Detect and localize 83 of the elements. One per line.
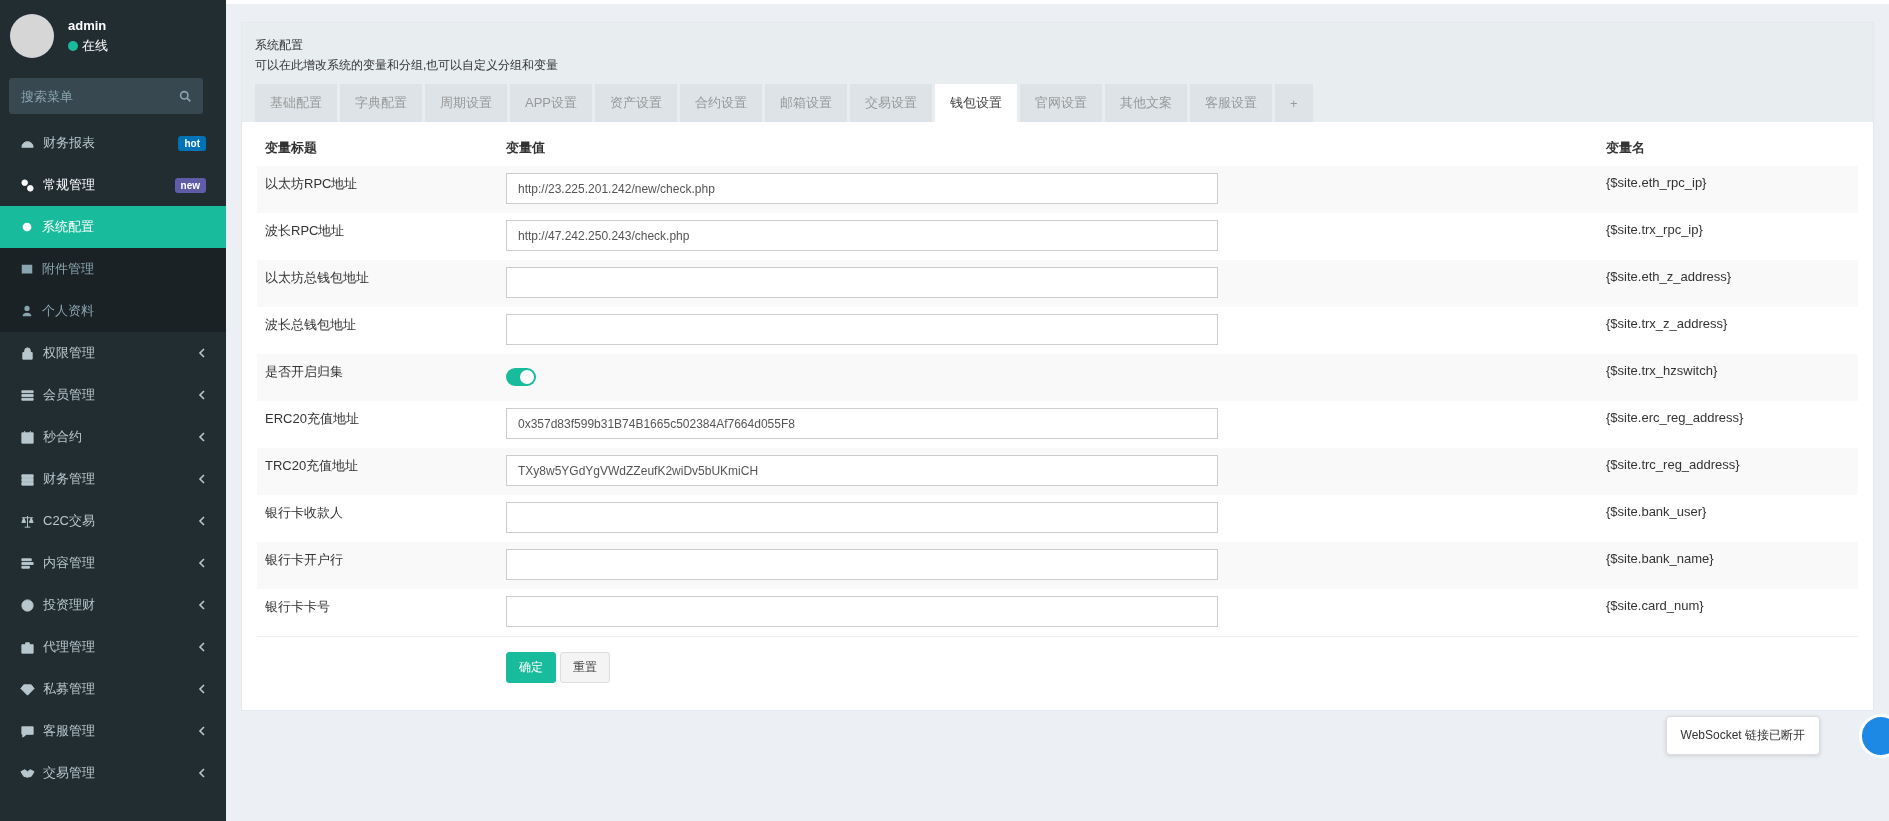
variable-title: 以太坊RPC地址 <box>264 175 359 193</box>
input-field[interactable] <box>506 549 1218 580</box>
variable-title: 银行卡卡号 <box>264 598 331 616</box>
menu-badge: hot <box>178 135 206 151</box>
avatar <box>10 14 54 58</box>
caret-icon <box>198 473 206 485</box>
search-icon[interactable] <box>167 78 203 114</box>
variable-title: 银行卡收款人 <box>264 504 344 522</box>
menu-item[interactable]: 交易管理 <box>0 752 226 794</box>
align-icon <box>20 555 35 571</box>
column-header: 变量标题 <box>264 139 318 157</box>
caret-icon <box>198 767 206 779</box>
calendar-icon <box>20 429 35 445</box>
menu-item[interactable]: 内容管理 <box>0 542 226 584</box>
menu-item[interactable]: 财务管理 <box>0 458 226 500</box>
variable-name: {$site.trx_hzswitch} <box>1605 362 1719 380</box>
menu-item[interactable]: 秒合约 <box>0 416 226 458</box>
database-icon <box>20 471 35 487</box>
tab[interactable]: 钱包设置 <box>935 84 1017 122</box>
menu-badge: new <box>174 177 206 193</box>
menu-item[interactable]: C2C交易 <box>0 500 226 542</box>
variable-name: {$site.eth_z_address} <box>1605 268 1733 286</box>
variable-name: {$site.eth_rpc_ip} <box>1605 174 1708 192</box>
input-field[interactable] <box>506 314 1218 345</box>
briefcase-icon <box>20 639 35 655</box>
column-header: 变量值 <box>505 139 546 157</box>
menu-item[interactable]: 附件管理 <box>0 248 226 290</box>
toast-message: WebSocket 链接已断开 <box>1665 716 1820 755</box>
variable-title: 银行卡开户行 <box>264 551 344 569</box>
variable-title: TRC20充值地址 <box>264 457 360 475</box>
column-header: 变量名 <box>1605 139 1646 157</box>
variable-title: 是否开启归集 <box>264 363 344 381</box>
menu-item[interactable]: 代理管理 <box>0 626 226 668</box>
user-status: 在线 <box>82 36 108 55</box>
variable-title: 波长RPC地址 <box>264 222 346 240</box>
caret-icon <box>198 515 206 527</box>
lock-icon <box>20 345 35 361</box>
caret-icon <box>198 641 206 653</box>
input-field[interactable]: http://47.242.250.243/check.php <box>506 220 1218 251</box>
user-name: admin <box>68 17 108 33</box>
variable-name: {$site.trx_z_address} <box>1605 315 1729 333</box>
menu-item[interactable]: 个人资料 <box>0 290 226 332</box>
user-icon <box>20 304 34 318</box>
variable-title: ERC20充值地址 <box>264 410 360 428</box>
scale-icon <box>20 513 35 529</box>
reset-button[interactable]: 重置 <box>560 652 610 683</box>
menu-item[interactable]: 会员管理 <box>0 374 226 416</box>
menu-item[interactable]: 常规管理 new <box>0 164 226 206</box>
menu-item[interactable]: 私募管理 <box>0 668 226 710</box>
menu-item[interactable]: 权限管理 <box>0 332 226 374</box>
variable-title: 波长总钱包地址 <box>264 316 357 334</box>
input-field[interactable] <box>506 596 1218 627</box>
menu-item[interactable]: 投资理财 <box>0 584 226 626</box>
caret-icon <box>198 557 206 569</box>
caret-icon <box>198 683 206 695</box>
input-field[interactable]: 0x357d83f599b31B74B1665c502384Af7664d055F8 <box>506 408 1218 439</box>
list-icon <box>20 387 35 403</box>
caret-icon <box>198 725 206 737</box>
variable-name: {$site.bank_name} <box>1605 550 1715 568</box>
caret-icon <box>198 347 206 359</box>
input-field[interactable]: TXy8w5YGdYgVWdZZeufK2wiDv5bUKmiCH <box>506 455 1218 486</box>
toggle-switch[interactable] <box>506 368 536 386</box>
caret-icon <box>198 389 206 401</box>
caret-icon <box>198 431 206 443</box>
caret-icon <box>198 599 206 611</box>
variable-name: {$site.erc_reg_address} <box>1605 409 1745 427</box>
diamond-icon <box>20 681 35 697</box>
comment-icon <box>20 723 35 739</box>
input-field[interactable]: http://23.225.201.242/new/check.php <box>506 173 1218 204</box>
menu-item[interactable]: 财务报表 hot <box>0 122 226 164</box>
menu-item[interactable]: 客服管理 <box>0 710 226 752</box>
input-field[interactable] <box>506 267 1218 298</box>
image-icon <box>20 262 34 276</box>
variable-name: {$site.card_num} <box>1605 597 1705 615</box>
variable-name: {$site.trx_rpc_ip} <box>1605 221 1704 239</box>
search-field[interactable]: 搜索菜单 <box>9 78 167 114</box>
panel-title: 系统配置 <box>255 37 304 54</box>
input-field[interactable] <box>506 502 1218 533</box>
variable-name: {$site.bank_user} <box>1605 503 1708 521</box>
panel-description: 可以在此增改系统的变量和分组,也可以自定义分组和变量 <box>255 57 560 74</box>
variable-name: {$site.trc_reg_address} <box>1605 456 1741 474</box>
variable-title: 以太坊总钱包地址 <box>264 269 370 287</box>
status-dot-icon <box>68 40 78 51</box>
